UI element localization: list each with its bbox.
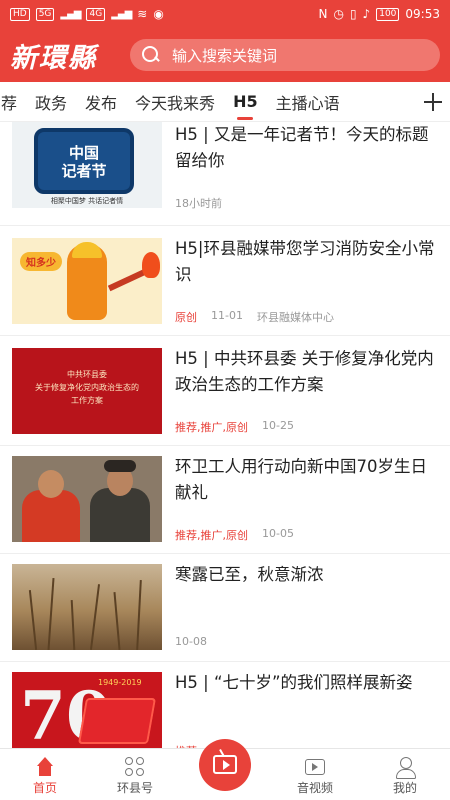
nav-mine[interactable]: 我的 <box>365 749 445 800</box>
search-icon <box>140 44 162 66</box>
article-title: H5 | 又是一年记者节！今天的标题留给你 <box>175 125 429 170</box>
flag-shape <box>77 698 157 744</box>
search-placeholder: 输入搜索关键词 <box>172 46 278 65</box>
flame-shape <box>142 252 160 278</box>
tab-h5[interactable]: H5 <box>224 92 267 120</box>
article-thumbnail: 中共环县委 关于修复净化党内政治生态的 工作方案 <box>12 348 162 434</box>
app-header: 新環縣 输入搜索关键词 <box>0 28 450 82</box>
article-date: 10-05 <box>262 527 294 540</box>
article-title: H5 | “七十岁”的我们照样展新姿 <box>175 673 413 692</box>
tab-release[interactable]: 发布 <box>76 90 126 114</box>
worker-head <box>38 470 64 498</box>
app-logo: 新環縣 <box>10 42 97 74</box>
article-title: H5 | 中共环县委 关于修复净化党内政治生态的工作方案 <box>175 349 434 394</box>
hd-indicator: HD <box>10 7 30 21</box>
article-tags: 推荐,推广,原创 <box>175 421 248 434</box>
tab-today-show[interactable]: 今天我来秀 <box>126 90 224 114</box>
list-item[interactable]: 70 1949-2019 H5 | “七十岁”的我们照样展新姿 推荐 10-05 <box>0 662 450 748</box>
video-icon <box>305 759 325 775</box>
bottom-nav: 首页 环县号 音视频 我的 <box>0 739 450 800</box>
list-item[interactable]: 寒露已至，秋意渐浓 10-08 <box>0 554 450 662</box>
search-input[interactable]: 输入搜索关键词 <box>130 39 440 71</box>
thumb-text: 工作方案 <box>71 396 103 405</box>
nav-home[interactable]: 首页 <box>5 749 85 800</box>
helmet-shape <box>72 242 102 258</box>
thumb-years: 1949-2019 <box>98 678 142 687</box>
channel-tabs: 荐 政务 发布 今天我来秀 H5 主播心语 <box>0 82 450 122</box>
status-bar: HD 5G ▂▄▆ 4G ▂▄▆ ≋ ◉ N ◷ ▯ ♪ 100 09:53 <box>0 0 450 28</box>
battery-icon: 100 <box>376 7 400 21</box>
article-tags: 原创 <box>175 311 197 324</box>
thumb-text: 记者节 <box>61 162 107 180</box>
article-title: H5|环县融媒带您学习消防安全小常识 <box>175 239 435 284</box>
tab-recommend[interactable]: 荐 <box>0 90 26 114</box>
article-thumbnail <box>12 456 162 542</box>
clock: 09:53 <box>405 7 440 21</box>
mute-icon: ♪ <box>362 7 371 21</box>
nfc-icon: N <box>318 7 328 21</box>
network-5g-indicator: 5G <box>35 7 55 21</box>
tab-government[interactable]: 政务 <box>26 90 76 114</box>
tv-graphic: 中国 记者节 <box>34 128 134 194</box>
nav-label: 首页 <box>32 781 57 795</box>
list-item[interactable]: 中国 记者节 相聚中国梦 共话记者情 H5 | 又是一年记者节！今天的标题留给你… <box>0 122 450 226</box>
list-item[interactable]: 中共环县委 关于修复净化党内政治生态的 工作方案 H5 | 中共环县委 关于修复… <box>0 336 450 446</box>
thumb-text: 中国 <box>68 144 99 162</box>
nav-label: 环县号 <box>116 781 153 795</box>
plus-icon <box>424 92 442 111</box>
home-icon <box>35 757 55 777</box>
article-source: 环县融媒体中心 <box>256 311 334 324</box>
nav-audio-video[interactable]: 音视频 <box>275 749 355 800</box>
article-title: 寒露已至，秋意渐浓 <box>175 565 324 584</box>
article-title: 环卫工人用行动向新中国70岁生日献礼 <box>175 457 427 502</box>
article-thumbnail <box>12 564 162 650</box>
thumb-text: 关于修复净化党内政治生态的 <box>35 383 139 392</box>
grid-icon <box>125 757 145 777</box>
wifi-icon: ≋ <box>137 7 148 21</box>
network-4g-indicator: 4G <box>86 7 106 21</box>
center-tv-button[interactable] <box>199 739 251 791</box>
thumb-text: 中共环县委 <box>67 370 107 379</box>
article-date: 18小时前 <box>175 197 222 210</box>
article-tags: 推荐,推广,原创 <box>175 529 248 542</box>
article-thumbnail: 知多少 <box>12 238 162 324</box>
tv-play-icon <box>213 755 237 774</box>
article-date: 11-01 <box>211 309 243 322</box>
article-meta: 原创 11-01 环县融媒体中心 <box>175 309 334 325</box>
user-icon <box>395 757 416 779</box>
nav-label: 我的 <box>392 781 417 795</box>
article-list: 中国 记者节 相聚中国梦 共话记者情 H5 | 又是一年记者节！今天的标题留给你… <box>0 122 450 748</box>
vibrate-icon: ▯ <box>349 7 357 21</box>
article-meta: 18小时前 <box>175 195 222 211</box>
article-meta: 推荐,推广,原创 10-25 <box>175 419 294 435</box>
article-date: 10-25 <box>262 419 294 432</box>
list-item[interactable]: 环卫工人用行动向新中国70岁生日献礼 推荐,推广,原创 10-05 <box>0 446 450 554</box>
article-meta: 10-08 <box>175 635 207 648</box>
hat-shape <box>104 460 136 472</box>
nav-county-account[interactable]: 环县号 <box>95 749 175 800</box>
eye-icon: ◉ <box>153 7 164 21</box>
signal-icon-2: ▂▄▆ <box>111 8 132 20</box>
article-thumbnail: 中国 记者节 相聚中国梦 共话记者情 <box>12 122 162 208</box>
signal-icon: ▂▄▆ <box>60 8 81 20</box>
thumb-bubble: 知多少 <box>20 252 62 271</box>
add-channel-button[interactable] <box>416 82 450 121</box>
worker-figure-2 <box>90 488 150 542</box>
alarm-icon: ◷ <box>333 7 344 21</box>
thumb-caption: 相聚中国梦 共话记者情 <box>50 197 124 205</box>
article-thumbnail: 70 1949-2019 <box>12 672 162 748</box>
article-date: 10-08 <box>175 635 207 648</box>
list-item[interactable]: 知多少 H5|环县融媒带您学习消防安全小常识 原创 11-01 环县融媒体中心 <box>0 226 450 336</box>
article-meta: 推荐,推广,原创 10-05 <box>175 527 294 543</box>
tab-anchor[interactable]: 主播心语 <box>267 90 349 114</box>
nav-label: 音视频 <box>296 781 333 795</box>
